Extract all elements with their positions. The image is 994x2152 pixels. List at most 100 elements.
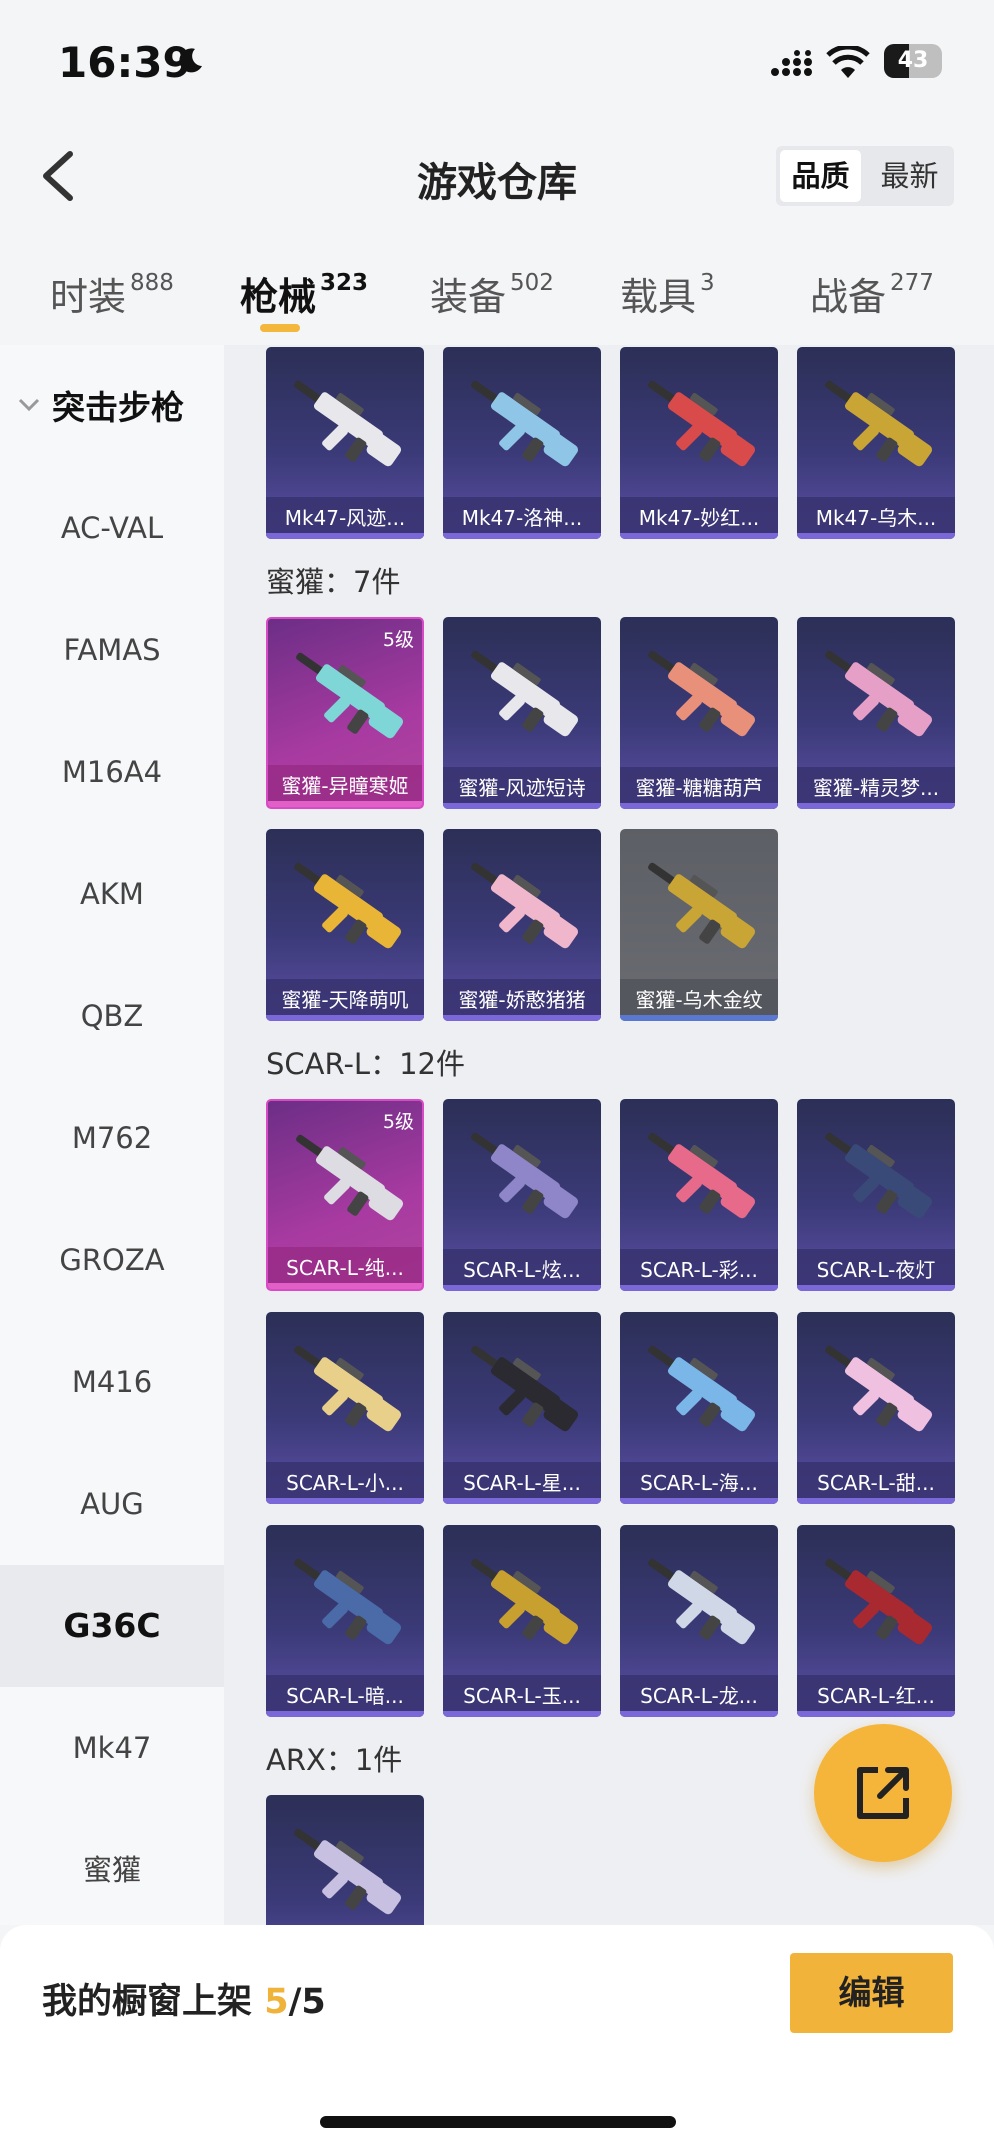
weapon-card[interactable]: SCAR-L-甜... (797, 1312, 955, 1504)
weapon-card[interactable]: 5级 蜜獾-异瞳寒姬 (266, 617, 424, 809)
card-label: SCAR-L-彩... (640, 1258, 758, 1282)
sidebar-category-label: 突击步枪 (52, 388, 184, 427)
card-label: Mk47-妙红... (638, 506, 760, 530)
status-bar: 16:39 43 (0, 0, 994, 120)
rifle-icon (471, 1345, 579, 1432)
active-tab-indicator (260, 324, 300, 332)
home-indicator[interactable] (320, 2116, 676, 2128)
card-label: Mk47-洛神... (461, 506, 583, 530)
share-button[interactable] (814, 1724, 952, 1862)
sidebar-item-qbz[interactable]: QBZ (0, 955, 224, 1077)
rifle-icon (825, 1345, 933, 1432)
tab-equipment[interactable]: 装备 502 (430, 266, 554, 321)
weapon-card[interactable]: SCAR-L-小... (266, 1312, 424, 1504)
rifle-icon (825, 650, 933, 737)
sidebar-item-mk47[interactable]: Mk47 (0, 1687, 224, 1809)
card-label: 蜜獾-糖糖葫芦 (635, 776, 763, 800)
card-label: SCAR-L-海... (640, 1471, 758, 1495)
tab-fashion[interactable]: 时装 888 (50, 266, 174, 321)
weapon-sidebar: 突击步枪 AC-VAL FAMAS M16A4 AKM QBZ M762 GRO… (0, 345, 224, 1925)
rifle-icon (294, 1558, 402, 1645)
weapon-card[interactable]: SCAR-L-暗... (266, 1525, 424, 1717)
tab-label: 载具 (620, 275, 697, 319)
rifle-icon (825, 1558, 933, 1645)
category-tabs: 时装 888 枪械 323 装备 502 载具 3 战备 277 (0, 250, 994, 340)
showcase-status: 我的橱窗上架 5/5 (42, 1973, 326, 2024)
tab-label: 时装 (50, 275, 127, 319)
sort-newest-button[interactable]: 最新 (869, 150, 950, 202)
weapon-card[interactable]: 蜜獾-天降萌叽 (266, 829, 424, 1021)
weapon-card[interactable]: 5级 SCAR-L-纯... (266, 1099, 424, 1291)
tab-count: 323 (320, 270, 369, 297)
sidebar-item-ac-val[interactable]: AC-VAL (0, 467, 224, 589)
rifle-icon (294, 862, 402, 949)
card-label: 蜜獾-娇憨猪猪 (458, 988, 586, 1012)
weapon-card[interactable]: 蜜獾-乌木金纹 (620, 829, 778, 1021)
weapon-card[interactable]: SCAR-L-夜灯 (797, 1099, 955, 1291)
weapon-card[interactable]: SCAR-L-红... (797, 1525, 955, 1717)
card-label: SCAR-L-炫... (463, 1258, 581, 1282)
weapon-card[interactable] (266, 1795, 424, 1925)
rifle-icon (825, 1132, 933, 1219)
weapon-card[interactable]: SCAR-L-玉... (443, 1525, 601, 1717)
battery-level: 43 (897, 48, 929, 73)
rifle-icon (296, 652, 404, 739)
card-label: SCAR-L-玉... (463, 1684, 581, 1708)
card-level-badge: 5级 (382, 1111, 414, 1133)
weapon-card[interactable]: SCAR-L-海... (620, 1312, 778, 1504)
weapon-card[interactable]: 蜜獾-精灵梦... (797, 617, 955, 809)
rifle-icon (648, 650, 756, 737)
weapon-card[interactable]: 蜜獾-风迹短诗 (443, 617, 601, 809)
card-level-badge: 5级 (382, 629, 414, 651)
weapon-card[interactable]: SCAR-L-龙... (620, 1525, 778, 1717)
showcase-label: 我的橱窗上架 (42, 1982, 253, 2022)
tab-guns[interactable]: 枪械 323 (240, 266, 368, 321)
battery-icon: 43 (884, 44, 942, 78)
card-label: 蜜獾-精灵梦... (812, 776, 940, 800)
card-label: SCAR-L-小... (286, 1471, 404, 1495)
edit-button[interactable]: 编辑 (790, 1953, 953, 2033)
card-label: SCAR-L-纯... (286, 1256, 404, 1280)
sidebar-item-g36c[interactable]: G36C (0, 1565, 224, 1687)
showcase-total: /5 (288, 1982, 326, 2022)
cellular-signal-icon (771, 50, 812, 76)
tab-count: 502 (510, 270, 554, 297)
chevron-down-icon (18, 398, 40, 412)
rifle-icon (294, 380, 402, 467)
weapon-card[interactable]: 蜜獾-娇憨猪猪 (443, 829, 601, 1021)
section-title-scar-l: SCAR-L：12件 (266, 1047, 465, 1081)
weapon-card[interactable]: Mk47-洛神... (443, 347, 601, 539)
sort-quality-button[interactable]: 品质 (780, 150, 861, 202)
card-label: 蜜獾-天降萌叽 (281, 988, 409, 1012)
rifle-icon (648, 1132, 756, 1219)
weapon-card[interactable]: SCAR-L-星... (443, 1312, 601, 1504)
sidebar-item-famas[interactable]: FAMAS (0, 589, 224, 711)
sidebar-category-assault-rifle[interactable]: 突击步枪 (18, 381, 184, 429)
sidebar-item-akm[interactable]: AKM (0, 833, 224, 955)
wifi-icon (826, 46, 870, 78)
sidebar-item-honey-badger[interactable]: 蜜獾 (0, 1809, 224, 1931)
weapon-card[interactable]: Mk47-乌木... (797, 347, 955, 539)
sidebar-item-groza[interactable]: GROZA (0, 1199, 224, 1321)
sidebar-item-m16a4[interactable]: M16A4 (0, 711, 224, 833)
card-label: 蜜獾-风迹短诗 (458, 776, 586, 800)
tab-count: 277 (890, 270, 934, 297)
tab-supplies[interactable]: 战备 277 (810, 266, 934, 321)
weapon-card[interactable]: SCAR-L-彩... (620, 1099, 778, 1291)
tab-vehicles[interactable]: 载具 3 (620, 266, 715, 321)
rifle-icon (648, 380, 756, 467)
card-label: 蜜獾-乌木金纹 (635, 988, 763, 1012)
weapon-card[interactable]: 蜜獾-糖糖葫芦 (620, 617, 778, 809)
weapon-card[interactable]: Mk47-妙红... (620, 347, 778, 539)
weapon-card[interactable]: Mk47-风迹... (266, 347, 424, 539)
card-label: SCAR-L-红... (817, 1684, 935, 1708)
weapon-grid: Mk47-风迹... Mk47-洛神... Mk47-妙红... Mk47-乌木… (224, 345, 994, 1925)
sidebar-item-m416[interactable]: M416 (0, 1321, 224, 1443)
weapon-card[interactable]: SCAR-L-炫... (443, 1099, 601, 1291)
rifle-icon (471, 380, 579, 467)
rifle-icon (471, 650, 579, 737)
sidebar-item-aug[interactable]: AUG (0, 1443, 224, 1565)
sidebar-item-m762[interactable]: M762 (0, 1077, 224, 1199)
card-label: SCAR-L-甜... (817, 1471, 935, 1495)
tab-label: 装备 (430, 275, 507, 319)
